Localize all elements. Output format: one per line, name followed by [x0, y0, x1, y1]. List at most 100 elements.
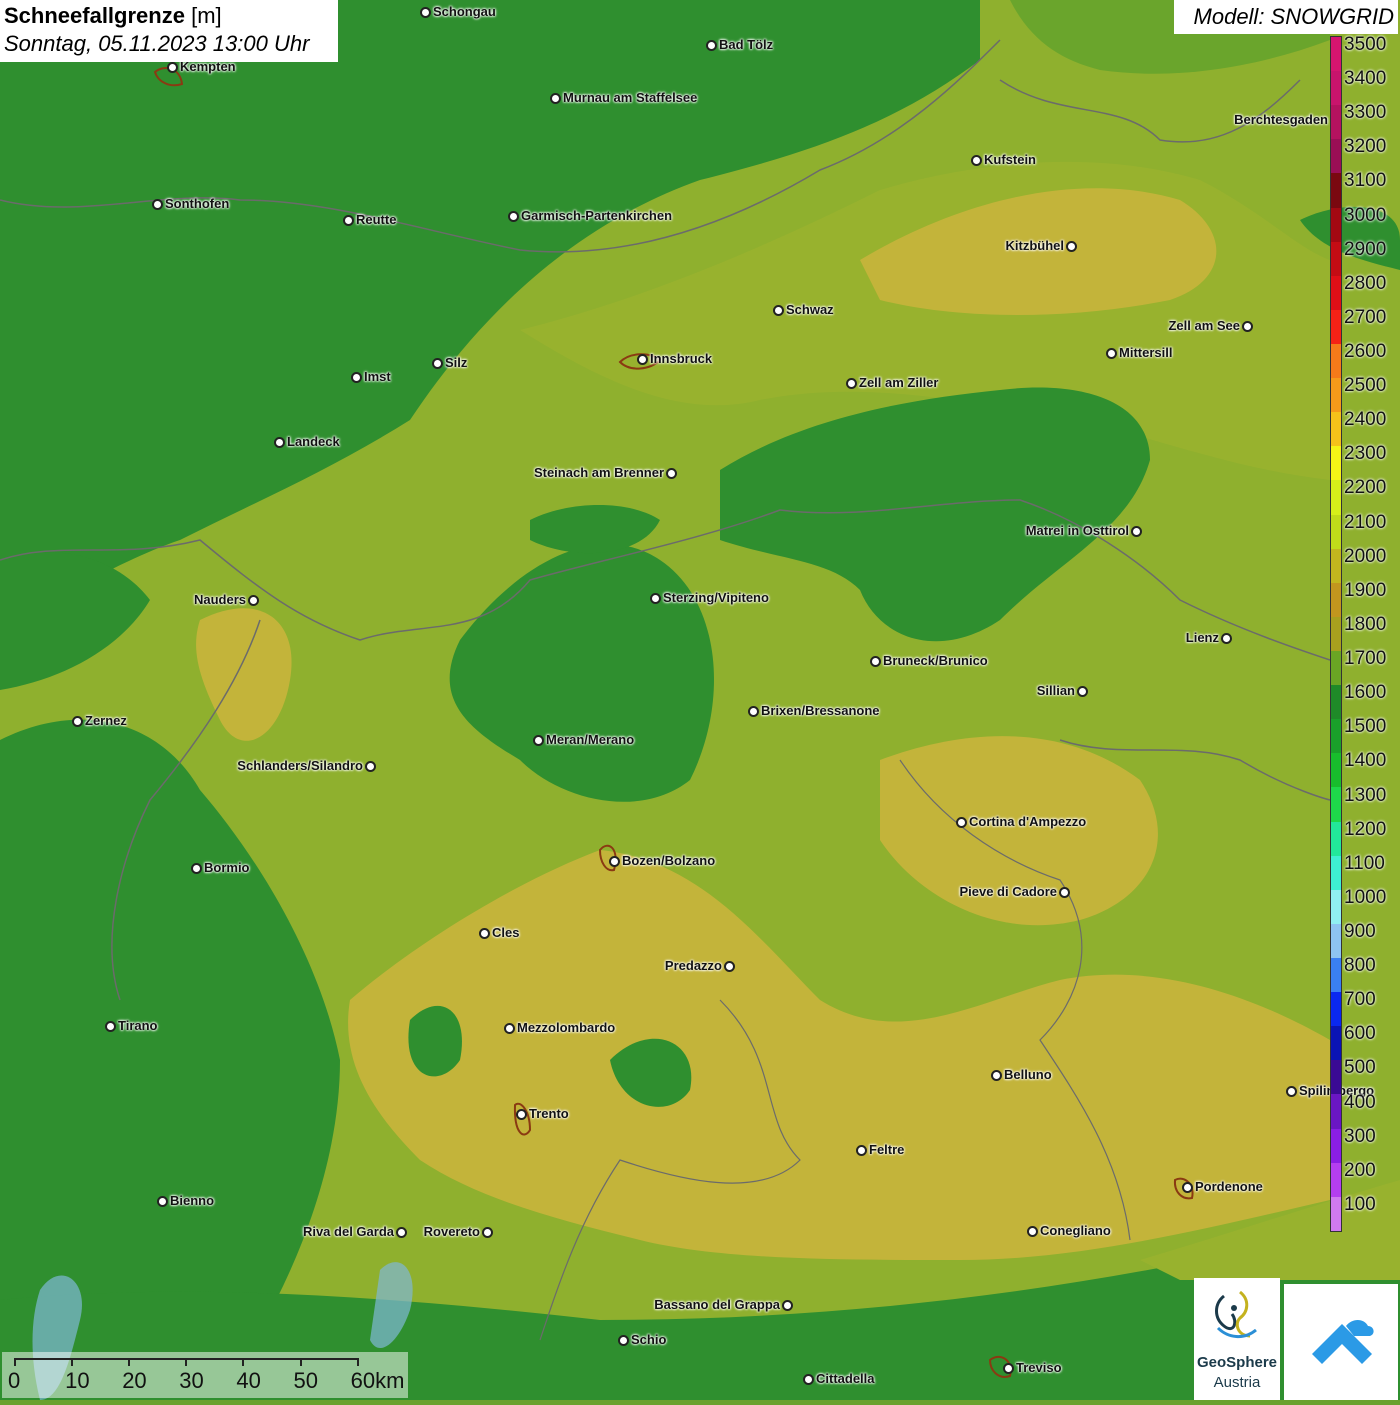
legend-swatch	[1331, 685, 1341, 720]
city-dot-icon	[479, 928, 490, 940]
city-label: Garmisch-Partenkirchen	[521, 208, 673, 223]
city-marker: Bassano del Grappa	[654, 1297, 793, 1312]
city-label: Tirano	[118, 1018, 158, 1033]
city-label: Schwaz	[786, 302, 834, 317]
city-label: Pieve di Cadore	[959, 884, 1057, 899]
legend-label: 2400	[1344, 409, 1387, 431]
city-label: Zell am See	[1168, 318, 1240, 333]
city-dot-icon	[773, 305, 784, 317]
scale-label: 50	[293, 1368, 318, 1393]
legend-label: 2800	[1344, 272, 1387, 294]
legend-swatch	[1331, 37, 1341, 72]
geosphere-emblem-icon	[1215, 1290, 1257, 1338]
city-dot-icon	[550, 93, 561, 105]
city-marker: Sonthofen	[152, 196, 229, 211]
city-marker: Belluno	[991, 1067, 1052, 1082]
scale-bar: 0 10 20 30 40 50 60km	[2, 1352, 408, 1398]
city-marker: Cittadella	[803, 1371, 875, 1386]
legend-swatch	[1331, 889, 1341, 924]
legend-label: 3400	[1344, 68, 1387, 90]
legend-swatch	[1331, 821, 1341, 856]
city-dot-icon	[1221, 633, 1232, 645]
legend-label: 1000	[1344, 886, 1387, 908]
legend-swatch	[1331, 378, 1341, 413]
legend-label: 2200	[1344, 477, 1387, 499]
city-marker: Cortina d'Ampezzo	[956, 814, 1086, 829]
city-dot-icon	[533, 735, 544, 747]
legend-label: 1600	[1344, 682, 1387, 704]
legend-label: 300	[1344, 1125, 1376, 1147]
city-label: Sonthofen	[165, 196, 230, 211]
city-marker: Bad Tölz	[706, 37, 773, 52]
city-label: Bruneck/Brunico	[883, 653, 988, 668]
city-label: Conegliano	[1040, 1223, 1111, 1238]
city-label: Bienno	[170, 1193, 215, 1208]
legend-swatch	[1331, 343, 1341, 379]
city-dot-icon	[991, 1070, 1002, 1082]
city-label: Bozen/Bolzano	[622, 853, 716, 868]
city-label: Sterzing/Vipiteno	[663, 590, 769, 605]
city-marker: Bormio	[191, 860, 250, 875]
legend-swatch	[1331, 616, 1341, 651]
legend-swatch	[1331, 719, 1341, 754]
scale-tick	[242, 1358, 245, 1366]
city-label: Landeck	[287, 434, 340, 449]
city-dot-icon	[365, 761, 376, 773]
city-marker: Kitzbühel	[1005, 238, 1077, 253]
city-dot-icon	[504, 1023, 515, 1035]
city-marker: Steinach am Brenner	[534, 465, 677, 480]
scale-tick	[299, 1358, 302, 1366]
city-dot-icon	[609, 856, 620, 868]
city-marker: Feltre	[856, 1142, 904, 1157]
city-marker: Bozen/Bolzano	[609, 853, 715, 868]
scale-tick	[185, 1358, 188, 1366]
city-label: Meran/Merano	[546, 732, 635, 747]
city-dot-icon	[1286, 1086, 1297, 1098]
legend-label: 100	[1344, 1193, 1376, 1215]
city-marker: Rovereto	[424, 1224, 493, 1239]
legend-label: 2300	[1344, 443, 1387, 465]
city-label: Kitzbühel	[1005, 238, 1065, 253]
city-dot-icon	[724, 961, 735, 973]
legend-label: 2100	[1344, 511, 1387, 533]
city-label: Trento	[529, 1106, 569, 1121]
legend-swatch	[1331, 992, 1341, 1027]
city-label: Cortina d'Ampezzo	[969, 814, 1087, 829]
legend-label: 600	[1344, 1023, 1376, 1045]
city-label: Rovereto	[423, 1224, 480, 1239]
geosphere-logo: GeoSphere Austria	[1194, 1278, 1280, 1400]
legend-label: 2500	[1344, 375, 1387, 397]
city-label: Mezzolombardo	[517, 1020, 616, 1035]
city-label: Predazzo	[664, 958, 722, 973]
city-label: Zernez	[85, 713, 127, 728]
city-dot-icon	[432, 358, 443, 370]
legend-swatch	[1331, 753, 1341, 788]
city-label: Mittersill	[1119, 345, 1173, 360]
city-marker: Sillian	[1037, 683, 1088, 698]
city-marker: Kempten	[167, 59, 236, 74]
city-marker: Pieve di Cadore	[959, 884, 1070, 899]
city-marker: Riva del Garda	[303, 1224, 407, 1239]
city-dot-icon	[1131, 526, 1142, 538]
city-dot-icon	[105, 1021, 116, 1033]
model-label: Modell: SNOWGRID	[1174, 0, 1398, 34]
city-dot-icon	[1066, 241, 1077, 253]
legend-label: 800	[1344, 955, 1376, 977]
city-dot-icon	[420, 7, 431, 19]
city-marker: Tirano	[105, 1018, 158, 1033]
city-label: Kufstein	[984, 152, 1036, 167]
city-dot-icon	[846, 378, 857, 390]
city-marker: Kufstein	[971, 152, 1036, 167]
legend-swatch	[1331, 1026, 1341, 1061]
city-dot-icon	[351, 372, 362, 384]
city-label: Cles	[492, 925, 520, 940]
city-label: Zell am Ziller	[859, 375, 939, 390]
city-dot-icon	[1106, 348, 1117, 360]
city-dot-icon	[516, 1109, 527, 1121]
city-marker: Cles	[479, 925, 519, 940]
city-label: Belluno	[1004, 1067, 1052, 1082]
city-marker: Mezzolombardo	[504, 1020, 615, 1035]
city-label: Sillian	[1036, 683, 1075, 698]
city-dot-icon	[248, 595, 259, 607]
city-label: Innsbruck	[650, 351, 713, 366]
